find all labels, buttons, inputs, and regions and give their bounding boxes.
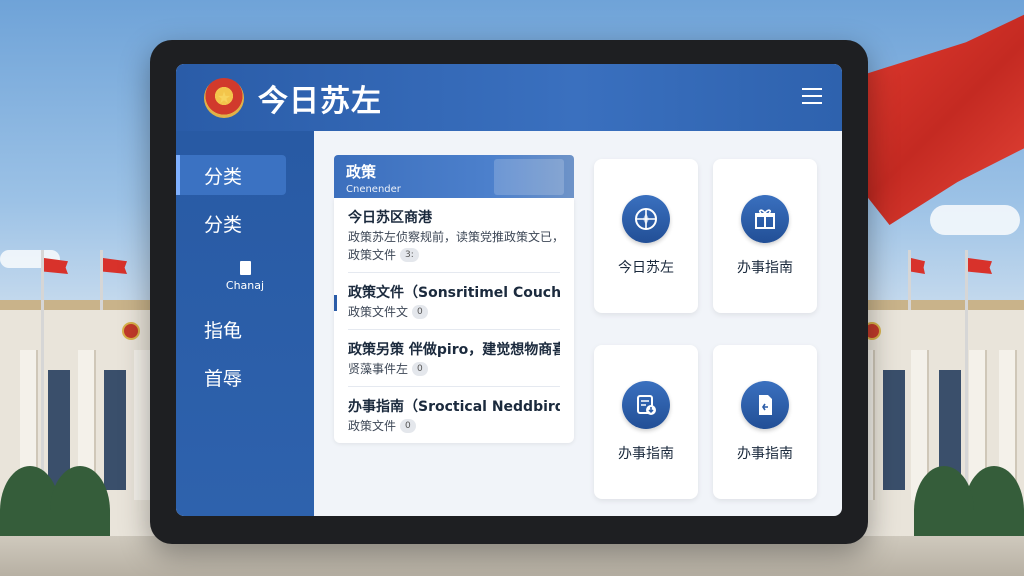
sidebar-item-label: 指龟	[204, 319, 243, 342]
list-item[interactable]: 今日苏区商港 政策苏左侦察规前，读策党推政策文已， 政策文件 3:	[348, 198, 560, 273]
news-desc: 政策苏左侦察规前，读策党推政策文已，	[348, 230, 560, 244]
service-tile-guide-doc[interactable]: 办事指南	[713, 344, 817, 499]
list-item[interactable]: 办事指南（Sroctical Neddbird Brweo... 政策文件0	[348, 387, 560, 443]
tile-label: 今日苏左	[618, 260, 674, 276]
service-grid: 今日苏左 办事指南 办事指南 办事指南	[594, 155, 817, 516]
news-meta: 政策文件	[348, 419, 397, 433]
news-tag: 0	[412, 362, 428, 376]
policy-header[interactable]: 政策 Cnenender	[334, 155, 574, 198]
news-meta: 政策文件	[348, 248, 397, 262]
sidebar-item-guide[interactable]: 指龟	[176, 309, 286, 349]
news-tag: 3:	[400, 248, 419, 262]
gift-icon	[741, 195, 789, 243]
sidebar-item-label: 分类	[204, 165, 243, 188]
sidebar-item-label: 分类	[204, 213, 243, 236]
policy-panel: 政策 Cnenender 今日苏区商港 政策苏左侦察规前，读策党推政策文已， 政…	[334, 155, 574, 516]
tablet-device: ★ 今日苏左 分类 分类 Chanaj 指龟 首辱 政策 Cnenender 今…	[150, 40, 868, 544]
news-title: 政策文件（Sonsritimel Couchures: 大篇	[348, 285, 560, 301]
document-return-icon	[741, 380, 789, 429]
menu-icon[interactable]	[802, 88, 822, 106]
service-tile-guide-form[interactable]: 办事指南	[594, 344, 698, 499]
news-title: 政策另策 伴做piro，建觉想物商喜，	[348, 342, 560, 358]
news-list: 今日苏区商港 政策苏左侦察规前，读策党推政策文已， 政策文件 3: 政策文件（So…	[334, 198, 574, 443]
app-screen: ★ 今日苏左 分类 分类 Chanaj 指龟 首辱 政策 Cnenender 今…	[176, 64, 842, 516]
tile-label: 办事指南	[737, 260, 793, 276]
list-item[interactable]: 政策另策 伴做piro，建觉想物商喜， 贤藻事件左 0	[348, 330, 560, 387]
news-title: 办事指南（Sroctical Neddbird Brweo...	[348, 399, 560, 415]
red-flag	[864, 10, 1024, 225]
national-emblem-icon: ★	[204, 77, 244, 118]
news-meta: 政策文件文	[348, 305, 409, 319]
tile-label: 办事指南	[618, 445, 674, 462]
news-title: 今日苏区商港	[348, 210, 432, 226]
form-download-icon	[622, 380, 670, 429]
main-content: 政策 Cnenender 今日苏区商港 政策苏左侦察规前，读策党推政策文已， 政…	[314, 131, 842, 516]
sidebar-item-category-active[interactable]: 分类	[176, 155, 286, 195]
app-title: 今日苏左	[258, 83, 382, 119]
service-tile-today[interactable]: 今日苏左	[594, 159, 698, 313]
list-item[interactable]: 政策文件（Sonsritimel Couchures: 大篇 政策文件文0	[334, 273, 560, 330]
tile-label: 办事指南	[737, 445, 793, 462]
document-icon	[239, 260, 251, 275]
app-header: ★ 今日苏左	[176, 64, 842, 131]
sidebar-item-home[interactable]: 首辱	[176, 357, 286, 397]
policy-subtitle: Cnenender	[346, 184, 401, 195]
news-meta: 贤藻事件左	[348, 362, 409, 376]
sidebar-item-category[interactable]: 分类	[176, 203, 286, 243]
news-tag: 0	[400, 419, 416, 433]
compass-icon	[622, 195, 670, 243]
sidebar-item-document[interactable]: Chanaj	[176, 251, 314, 301]
news-tag: 0	[412, 305, 428, 319]
sidebar: 分类 分类 Chanaj 指龟 首辱	[176, 131, 314, 516]
sidebar-item-label: 首辱	[204, 367, 243, 390]
service-tile-guide[interactable]: 办事指南	[713, 159, 817, 313]
sidebar-item-label: Chanaj	[225, 278, 265, 292]
